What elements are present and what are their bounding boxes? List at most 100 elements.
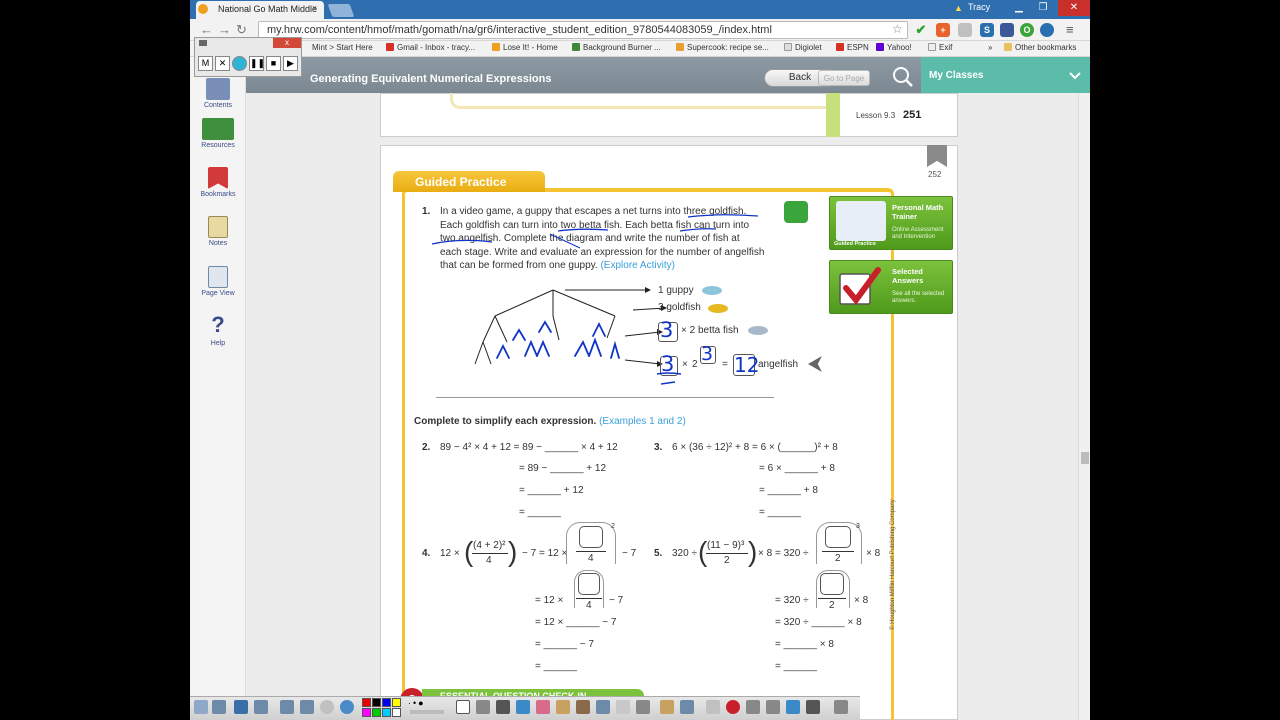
examples-link[interactable]: (Examples 1 and 2) <box>599 416 686 427</box>
ext-s-icon[interactable]: S <box>980 23 994 37</box>
tool-screen-icon[interactable] <box>680 700 694 714</box>
tool-desktop-icon[interactable] <box>234 700 248 714</box>
tool-fill-icon[interactable] <box>556 700 570 714</box>
tool-redo-icon[interactable] <box>766 700 780 714</box>
recorder-stop-button[interactable]: ■ <box>266 56 281 71</box>
tool-globe-icon[interactable] <box>340 700 354 714</box>
worksheet-icon[interactable] <box>784 201 808 223</box>
sidebar-item-contents[interactable]: Contents <box>190 78 246 109</box>
problem-4-answer-box[interactable] <box>579 526 603 548</box>
plus-extension-icon[interactable]: + <box>936 23 950 37</box>
problem-5-answer-box[interactable] <box>825 526 851 548</box>
tool-menu-icon[interactable] <box>834 700 848 714</box>
sidebar-item-help[interactable]: ? Help <box>190 314 246 348</box>
my-classes-dropdown[interactable]: My Classes <box>921 57 1090 93</box>
problem-4-number: 4. <box>422 548 431 559</box>
tool-stop-icon[interactable] <box>726 700 740 714</box>
problem-4-answer-box-2[interactable] <box>578 573 600 595</box>
tool-scissors-icon[interactable] <box>706 700 720 714</box>
color-black-swatch[interactable] <box>372 698 381 707</box>
color-yellow-swatch[interactable] <box>392 698 401 707</box>
bookmark-loseit[interactable]: Lose It! - Home <box>492 43 558 52</box>
color-blue-swatch[interactable] <box>382 698 391 707</box>
tool-save-icon[interactable] <box>280 700 294 714</box>
tool-home-icon[interactable] <box>194 700 208 714</box>
browser-tab[interactable]: National Go Math Middle <box>196 1 324 19</box>
bookmark-star-icon[interactable]: ☆ <box>892 22 903 36</box>
tool-eraser-icon[interactable] <box>536 700 550 714</box>
menu-icon[interactable]: ≡ <box>1066 22 1074 37</box>
bookmark-background-burner[interactable]: Background Burner ... <box>572 43 661 52</box>
tool-print-icon[interactable] <box>806 700 820 714</box>
reload-icon[interactable]: ↻ <box>236 22 247 38</box>
tool-shapes-icon[interactable] <box>616 700 630 714</box>
personal-math-trainer-button[interactable]: Guided Practice Personal Math Trainer On… <box>829 196 953 250</box>
bookmark-yahoo[interactable]: Yahoo! <box>876 43 912 52</box>
other-bookmarks[interactable]: Other bookmarks <box>1004 43 1076 52</box>
address-bar[interactable]: my.hrw.com/content/hmof/math/gomath/na/g… <box>258 21 908 39</box>
sidebar-item-bookmarks[interactable]: Bookmarks <box>190 167 246 198</box>
tool-cursor-icon[interactable] <box>456 700 470 714</box>
color-cyan-swatch[interactable] <box>382 708 391 717</box>
close-window-icon[interactable]: ✕ <box>1058 0 1090 16</box>
tool-zoom-icon[interactable] <box>254 700 268 714</box>
tool-line-icon[interactable] <box>636 700 650 714</box>
tool-pen-icon[interactable] <box>496 700 510 714</box>
recorder-play-button[interactable]: ▶ <box>283 56 298 71</box>
go-to-page-button[interactable]: Go to Page <box>818 70 870 86</box>
page-scrollbar[interactable] <box>1078 93 1090 720</box>
tool-record-icon[interactable] <box>320 700 334 714</box>
tool-highlighter-icon[interactable] <box>516 700 530 714</box>
scrollbar-thumb[interactable] <box>1081 452 1089 464</box>
bookmark-mint[interactable]: Mint > Start Here <box>312 43 373 52</box>
tool-camera-icon[interactable] <box>786 700 800 714</box>
ext-gray-icon[interactable] <box>958 23 972 37</box>
new-tab-button[interactable] <box>327 4 355 17</box>
recorder-close-button[interactable]: x <box>273 38 301 48</box>
color-magenta-swatch[interactable] <box>362 708 371 717</box>
color-green-swatch[interactable] <box>372 708 381 717</box>
tool-grid-icon[interactable] <box>212 700 226 714</box>
tab-close-icon[interactable]: × <box>312 3 317 13</box>
problem-4-line-3: = 12 × ______ − 7 <box>535 617 617 628</box>
ext-blue-icon[interactable] <box>1040 23 1054 37</box>
recorder-m-button[interactable]: M <box>198 56 213 71</box>
ext-box-icon[interactable] <box>1000 23 1014 37</box>
pen-size-slider[interactable] <box>410 710 444 714</box>
recorder-cancel-button[interactable]: ✕ <box>215 56 230 71</box>
tool-settings-icon[interactable] <box>476 700 490 714</box>
tool-undo-icon[interactable] <box>746 700 760 714</box>
forward-arrow-icon[interactable]: → <box>218 22 231 37</box>
bookmark-exif[interactable]: Exif <box>928 43 952 52</box>
problem-5-answer-box-2[interactable] <box>820 573 844 595</box>
color-red-swatch[interactable] <box>362 698 371 707</box>
search-button[interactable] <box>884 59 922 93</box>
tool-export-icon[interactable] <box>300 700 314 714</box>
pen-size-dots-icon[interactable]: ·•● <box>408 698 426 708</box>
back-arrow-icon[interactable]: ← <box>200 22 213 37</box>
problem-4-lead: 12 × <box>440 548 460 559</box>
user-profile-button[interactable]: Tracy <box>968 2 990 12</box>
bookmark-digiolet[interactable]: Digiolet <box>784 43 822 52</box>
recorder-pause-button[interactable]: ❚❚ <box>249 56 265 71</box>
selected-answers-button[interactable]: Selected Answers See all the selected an… <box>829 260 953 314</box>
minimize-icon[interactable]: ▁ <box>1008 0 1030 16</box>
tab-favicon-icon <box>198 4 208 14</box>
ext-green-icon[interactable]: O <box>1020 23 1034 37</box>
recorder-record-button[interactable] <box>232 56 247 71</box>
problem-4-exponent: 2 <box>611 523 615 530</box>
sidebar-item-notes[interactable]: Notes <box>190 216 246 247</box>
bookmark-espn[interactable]: ESPN <box>836 43 869 52</box>
maximize-icon[interactable]: ❐ <box>1032 0 1054 16</box>
check-extension-icon[interactable]: ✔ <box>914 23 928 37</box>
bookmarks-overflow[interactable]: » <box>988 43 992 52</box>
tool-brush-icon[interactable] <box>576 700 590 714</box>
color-white-swatch[interactable] <box>392 708 401 717</box>
bookmark-gmail[interactable]: Gmail - Inbox - tracy... <box>386 43 475 52</box>
tool-text-icon[interactable] <box>596 700 610 714</box>
sidebar-item-resources[interactable]: Resources <box>190 118 246 149</box>
tool-board-icon[interactable] <box>660 700 674 714</box>
sidebar-item-page-view[interactable]: Page View <box>190 266 246 297</box>
screen-recorder-widget[interactable]: x M ✕ ❚❚ ■ ▶ <box>194 37 302 77</box>
bookmark-supercook[interactable]: Supercook: recipe se... <box>676 43 769 52</box>
